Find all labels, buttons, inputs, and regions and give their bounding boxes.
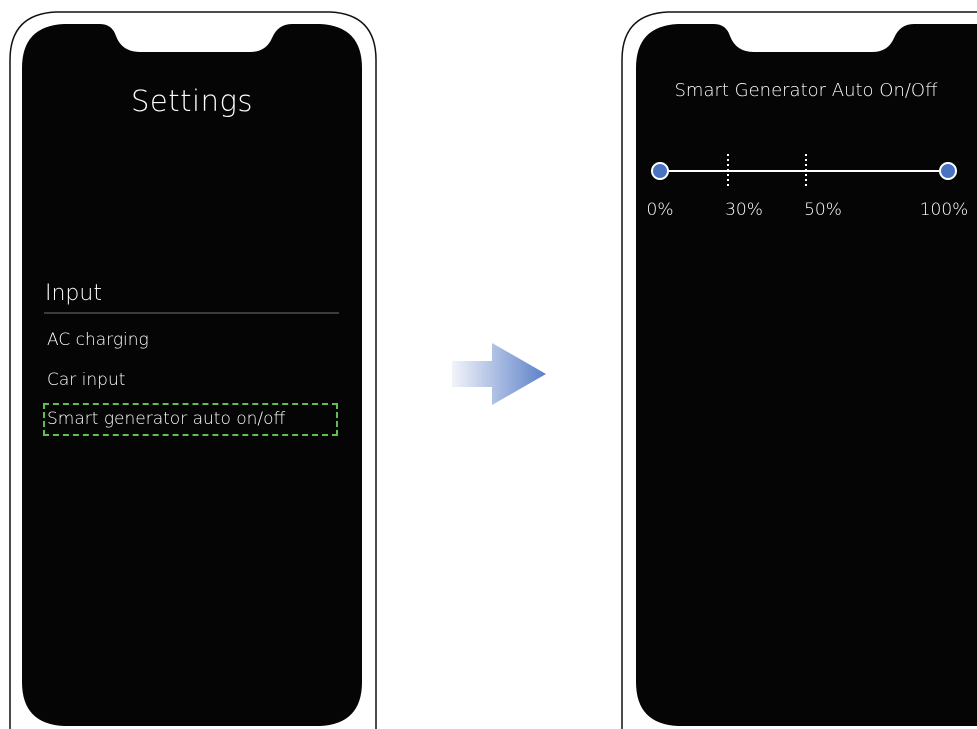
right-phone-frame xyxy=(621,11,977,729)
slider-label-100: 100% xyxy=(919,200,969,220)
slider-handle-end xyxy=(939,162,957,180)
right-arrow-icon xyxy=(452,343,546,405)
menu-item-car-input[interactable]: Car input xyxy=(47,370,125,390)
percentage-slider[interactable] xyxy=(636,150,966,190)
right-phone-screen xyxy=(636,24,977,729)
settings-title: Settings xyxy=(131,84,253,118)
section-divider xyxy=(44,312,339,314)
menu-item-smart-generator[interactable]: Smart generator auto on/off xyxy=(47,409,285,429)
generator-screen-title: Smart Generator Auto On/Off xyxy=(674,80,938,101)
input-section-header: Input xyxy=(45,281,102,306)
slider-label-0: 0% xyxy=(646,200,674,220)
slider-label-50: 50% xyxy=(804,200,842,220)
menu-item-ac-charging[interactable]: AC charging xyxy=(47,330,149,350)
slider-label-30: 30% xyxy=(725,200,763,220)
slider-handle-start xyxy=(651,162,669,180)
